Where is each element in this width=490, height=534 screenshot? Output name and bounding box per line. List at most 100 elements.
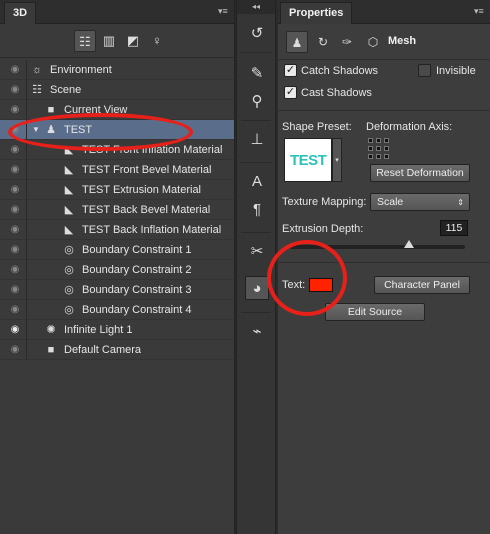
history-icon[interactable]: ↺ (245, 22, 269, 46)
axis-point[interactable] (376, 146, 381, 151)
axis-point[interactable] (368, 146, 373, 151)
shape-preset-dropdown-icon[interactable]: ▾ (332, 138, 342, 182)
cap-icon[interactable]: ✑ (336, 31, 358, 53)
axis-point[interactable] (384, 154, 389, 159)
layer-row[interactable]: ◉ ◎ Boundary Constraint 2 (0, 260, 234, 280)
layer-row[interactable]: ◉ ◎ Boundary Constraint 1 (0, 240, 234, 260)
eye-icon[interactable]: ◉ (8, 244, 22, 256)
cast-shadows-label: Cast Shadows (301, 87, 372, 99)
path-icon[interactable]: ⌁ (245, 320, 269, 344)
brushes-icon[interactable]: ✎ (245, 62, 269, 86)
dock-separator (241, 162, 271, 163)
layer-row[interactable]: ◉ ◣ TEST Extrusion Material (0, 180, 234, 200)
cast-shadows-checkbox[interactable]: ✓ (284, 86, 297, 99)
layer-row[interactable]: ◉ ▼ ♟ TEST (0, 120, 234, 140)
axis-point[interactable] (384, 138, 389, 143)
eye-icon[interactable]: ◉ (8, 264, 22, 276)
axis-point[interactable] (368, 138, 373, 143)
eye-icon[interactable]: ◉ (8, 144, 22, 156)
lights-icon[interactable]: ♀ (146, 30, 168, 52)
layer-row[interactable]: ◉ ◎ Boundary Constraint 4 (0, 300, 234, 320)
row-divider (26, 300, 27, 319)
deform-icon[interactable]: ↻ (312, 31, 334, 53)
reset-deformation-button[interactable]: Reset Deformation (370, 164, 470, 182)
3d-tabbar: 3D ▾≡ (0, 0, 234, 24)
edit-source-button[interactable]: Edit Source (325, 303, 425, 321)
row-divider (26, 280, 27, 299)
section-divider (278, 262, 490, 263)
whole-scene-icon[interactable]: ☷ (74, 30, 96, 52)
axis-point[interactable] (376, 138, 381, 143)
mesh-icon[interactable]: ♟ (286, 31, 308, 53)
panel-menu-icon[interactable]: ▾≡ (474, 6, 486, 16)
invisible-checkbox[interactable]: ✓ (418, 64, 431, 77)
constraint-icon: ◎ (64, 284, 74, 296)
layer-row[interactable]: ◉ ◣ TEST Front Bevel Material (0, 160, 234, 180)
character-icon[interactable]: A (245, 170, 269, 194)
extrusion-depth-input[interactable]: 115 (440, 220, 468, 236)
eye-icon[interactable]: ◉ (8, 104, 22, 116)
brush-presets-icon[interactable]: ⚲ (245, 90, 269, 114)
shape-preset-thumbnail[interactable]: TEST (284, 138, 332, 182)
eye-icon[interactable]: ◉ (8, 304, 22, 316)
eye-icon[interactable]: ◉ (8, 84, 22, 96)
paragraph-icon[interactable]: ¶ (245, 198, 269, 222)
tab-properties[interactable]: Properties (280, 2, 353, 24)
layer-row[interactable]: ◉ ☼ Environment (0, 60, 234, 80)
layer-row[interactable]: ◉ ✺ Infinite Light 1 (0, 320, 234, 340)
layer-label: Boundary Constraint 1 (82, 244, 192, 256)
properties-panel: Properties ▾≡ ♟ ↻ ✑ ⬡ Mesh ✓ Catch Shado… (278, 0, 490, 534)
disclosure-triangle-icon[interactable]: ▼ (32, 125, 40, 134)
character-panel-button[interactable]: Character Panel (374, 276, 470, 294)
coordinates-icon[interactable]: ⬡ (362, 31, 384, 53)
row-divider (26, 340, 27, 359)
texture-mapping-select[interactable]: Scale ⇕ (370, 193, 470, 211)
row-divider (26, 320, 27, 339)
layer-row[interactable]: ◉ ■ Current View (0, 100, 234, 120)
layer-label: Scene (50, 84, 82, 96)
deformation-axis-grid[interactable] (368, 138, 389, 159)
axis-point[interactable] (368, 154, 373, 159)
eye-icon[interactable]: ◉ (8, 204, 22, 216)
mesh-label: Mesh (388, 35, 417, 47)
dock-separator (241, 52, 271, 53)
layer-row[interactable]: ◉ ◣ TEST Front Inflation Material (0, 140, 234, 160)
material-icon: ◣ (64, 204, 74, 216)
eye-icon[interactable]: ◉ (8, 64, 22, 76)
layer-row[interactable]: ◉ ◎ Boundary Constraint 3 (0, 280, 234, 300)
eye-icon[interactable]: ◉ (8, 284, 22, 296)
extrusion-depth-slider[interactable] (290, 240, 465, 249)
row-divider (26, 100, 27, 119)
layer-row[interactable]: ◉ ◣ TEST Back Inflation Material (0, 220, 234, 240)
eye-icon[interactable]: ◉ (8, 164, 22, 176)
tab-3d[interactable]: 3D (4, 2, 37, 24)
3d-icon[interactable]: ◕ (245, 276, 269, 300)
layer-label: Current View (64, 104, 128, 116)
3d-filter-bar: ☷ ▥ ◩ ♀ (0, 24, 234, 58)
collapse-dock-icon[interactable]: ◂◂ (237, 0, 275, 14)
dock-separator (241, 120, 271, 121)
eye-icon[interactable]: ◉ (8, 184, 22, 196)
eye-icon[interactable]: ◉ (8, 324, 22, 336)
axis-point[interactable] (384, 146, 389, 151)
row-divider (26, 200, 27, 219)
eye-icon[interactable]: ◉ (8, 344, 22, 356)
tools-icon[interactable]: ✂ (245, 240, 269, 264)
meshes-icon[interactable]: ▥ (98, 30, 120, 52)
axis-point[interactable] (376, 154, 381, 159)
eye-icon[interactable]: ◉ (8, 124, 22, 136)
catch-shadows-checkbox[interactable]: ✓ (284, 64, 297, 77)
clone-source-icon[interactable]: ⊥ (245, 128, 269, 152)
layer-row[interactable]: ◉ ◣ TEST Back Bevel Material (0, 200, 234, 220)
layer-row[interactable]: ◉ ■ Default Camera (0, 340, 234, 360)
layer-row[interactable]: ◉ ☷ Scene (0, 80, 234, 100)
eye-icon[interactable]: ◉ (8, 224, 22, 236)
dock-separator (241, 312, 271, 313)
shape-preset-text: TEST (290, 152, 327, 169)
text-color-swatch[interactable] (309, 278, 333, 292)
3d-layer-list: ◉ ☼ Environment ◉ ☷ Scene ◉ ■ Current View ◉ ▼ ♟ TES… (0, 60, 234, 360)
layer-label: Boundary Constraint 4 (82, 304, 192, 316)
panel-menu-icon[interactable]: ▾≡ (218, 6, 230, 16)
materials-icon[interactable]: ◩ (122, 30, 144, 52)
slider-thumb[interactable] (404, 240, 414, 248)
